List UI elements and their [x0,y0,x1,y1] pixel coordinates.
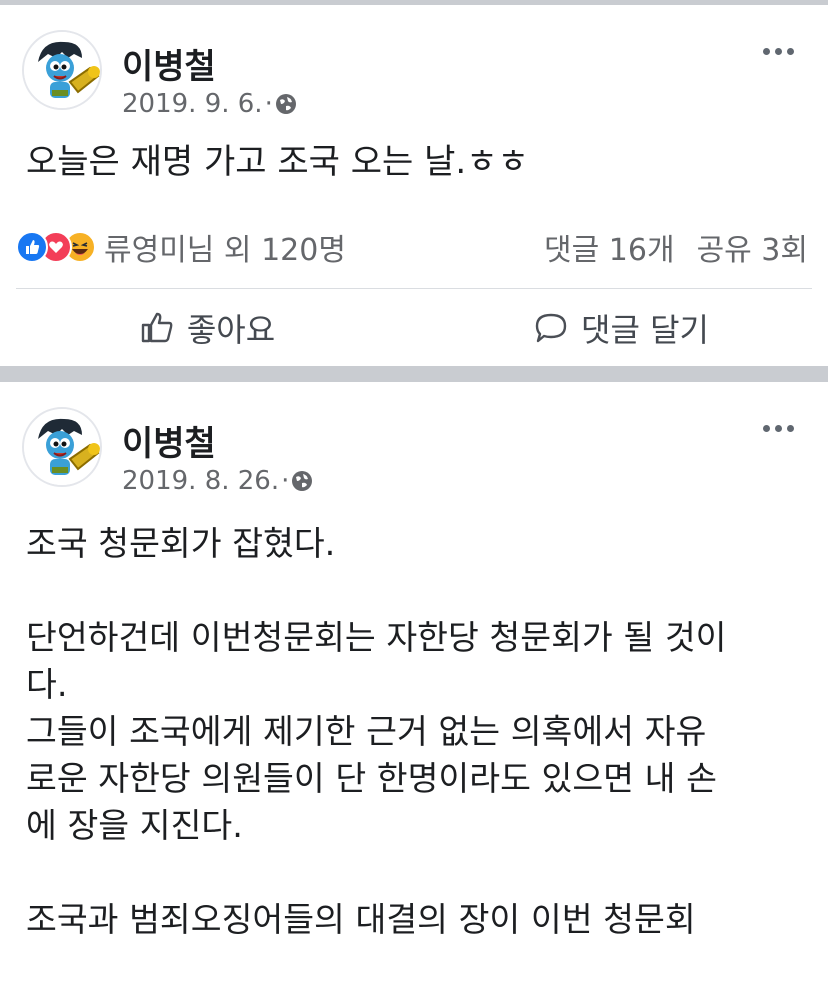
post-date[interactable]: 2019. 9. 6. [122,89,263,119]
post-meta: 2019. 9. 6. · [122,89,297,119]
post-body-blank-line [26,567,816,614]
globe-icon [275,94,296,114]
more-dot [762,424,770,432]
author-avatar[interactable] [22,30,102,110]
author-avatar[interactable] [22,407,102,487]
post-body-line: 로운 자한당 의원들이 단 한명이라도 있으면 내 손 [26,759,717,798]
post-body-blank-line [26,849,816,896]
like-reaction-icon [16,231,48,263]
author-name[interactable]: 이병철 [122,416,216,465]
post-date[interactable]: 2019. 8. 26. [122,466,279,496]
more-dot [786,47,794,55]
post-card: 이병철 2019. 9. 6. · 오늘은 재명 가고 조국 오는 날.ㅎㅎ 류… [0,5,828,366]
globe-icon [292,471,313,491]
engagement-counts: 댓글 16개 공유 3회 [544,225,808,269]
like-button-label: 좋아요 [186,310,276,349]
more-dot [774,424,782,432]
post-body: 오늘은 재명 가고 조국 오는 날.ㅎㅎ [26,142,529,182]
more-dot [786,424,794,432]
post-body-line: 에 장을 지진다. [26,806,243,845]
thumbs-up-icon [141,312,173,342]
post-body: 조국 청문회가 잡혔다. 단언하건데 이번청문회는 자한당 청문회가 될 것이 … [26,520,816,943]
post-actions: 좋아요 댓글 달기 [0,289,828,366]
post-body-line: 조국 청문회가 잡혔다. [26,524,336,563]
speech-bubble-icon [535,313,567,342]
comment-button-label: 댓글 달기 [581,310,709,349]
post-card: 이병철 2019. 8. 26. · 조국 청문회가 잡혔다. 단언하건데 이번… [0,382,828,987]
more-options-button[interactable] [758,41,798,61]
comment-button[interactable]: 댓글 달기 [414,289,828,366]
avatar-cartoon-icon [24,409,100,485]
comment-count[interactable]: 댓글 16개 [544,225,675,269]
more-dot [774,47,782,55]
post-body-line: 다. [26,665,68,704]
share-count[interactable]: 공유 3회 [697,225,808,269]
meta-separator: · [281,466,290,496]
like-button[interactable]: 좋아요 [0,289,414,366]
post-body-line: 단언하건데 이번청문회는 자한당 청문회가 될 것이 [26,618,727,657]
more-dot [762,47,770,55]
avatar-cartoon-icon [24,32,100,108]
reactors-text: 류영미님 외 120명 [104,233,346,268]
more-options-button[interactable] [758,418,798,438]
post-meta: 2019. 8. 26. · [122,466,313,496]
post-body-line: 그들이 조국에게 제기한 근거 없는 의혹에서 자유 [26,712,707,751]
post-body-line: 조국과 범죄오징어들의 대결의 장이 이번 청문회 [26,900,696,939]
meta-separator: · [264,89,273,119]
reactions-summary[interactable]: 류영미님 외 120명 [16,225,346,269]
author-name[interactable]: 이병철 [122,39,216,88]
